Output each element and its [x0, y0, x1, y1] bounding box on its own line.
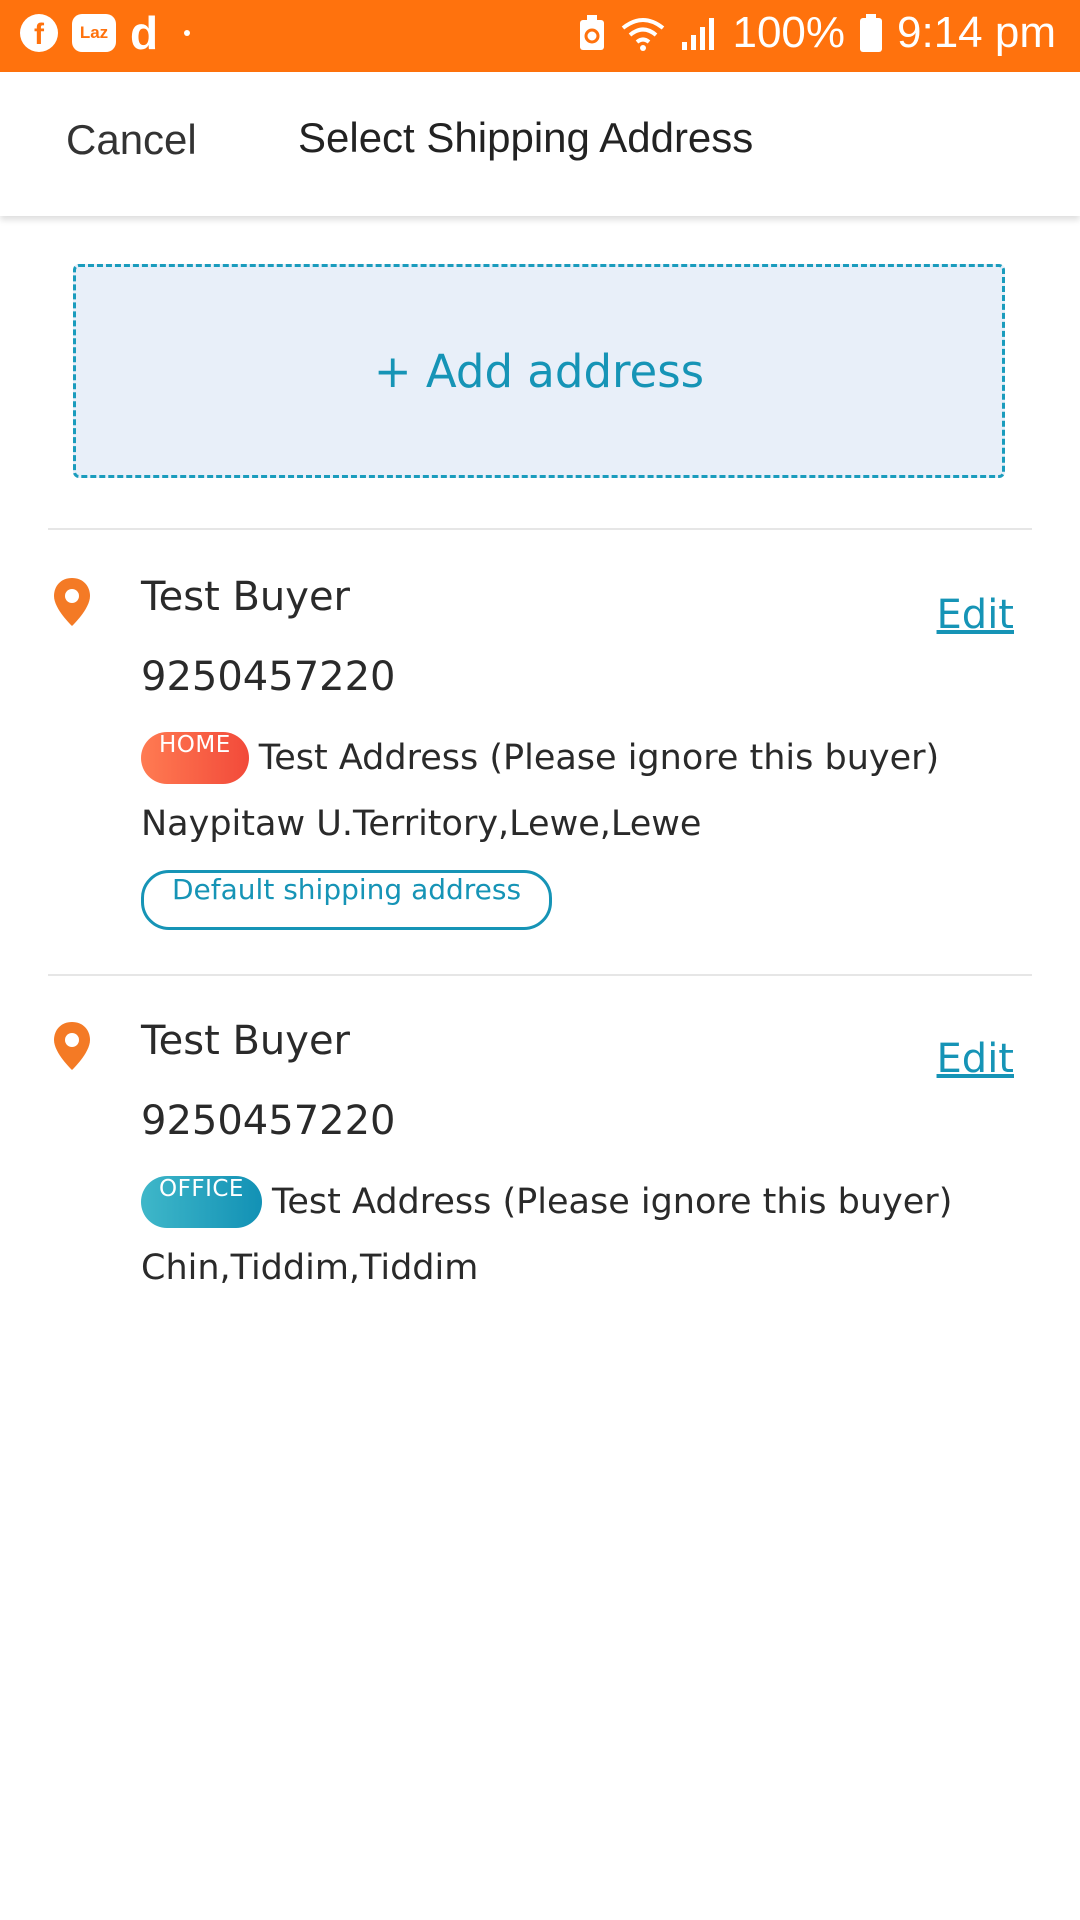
address-street: Test Address (Please ignore this buyer) — [258, 738, 940, 778]
divider — [48, 528, 1032, 530]
lazada-icon: Laz — [72, 14, 116, 52]
add-address-button[interactable]: + Add address — [73, 264, 1005, 478]
battery-icon — [860, 14, 883, 52]
address-card[interactable]: Test Buyer Edit 9250457220 HOME Test Add… — [0, 570, 1080, 960]
page-header: Cancel Select Shipping Address — [0, 72, 1080, 216]
location-pin-icon — [54, 578, 90, 626]
address-line-2: Naypitaw U.Territory,Lewe,Lewe — [141, 804, 702, 844]
address-card[interactable]: Test Buyer Edit 9250457220 OFFICE Test A… — [0, 1014, 1080, 1314]
recipient-name: Test Buyer — [141, 1018, 351, 1064]
default-shipping-badge: Default shipping address — [141, 870, 553, 930]
clock: 9:14 pm — [897, 8, 1056, 57]
notification-dot-icon — [184, 30, 191, 36]
battery-percent: 100% — [732, 8, 846, 57]
facebook-glyph: f — [34, 18, 44, 51]
recipient-phone: 9250457220 — [141, 1098, 396, 1144]
recipient-name: Test Buyer — [141, 574, 351, 620]
d-app-icon: d — [130, 10, 158, 56]
d-app-glyph: d — [130, 7, 159, 59]
cancel-button[interactable]: Cancel — [66, 116, 197, 164]
status-bar: f Laz d 100% 9:14 pm — [0, 0, 1080, 72]
edit-address-link[interactable]: Edit — [937, 592, 1014, 638]
battery-saver-icon — [580, 15, 605, 50]
page-title: Select Shipping Address — [298, 114, 754, 161]
status-bar-notifications: f Laz d — [20, 10, 191, 56]
edit-address-link[interactable]: Edit — [937, 1036, 1014, 1082]
signal-icon — [682, 18, 715, 50]
address-street: Test Address (Please ignore this buyer) — [271, 1182, 953, 1222]
location-pin-icon — [54, 1022, 90, 1070]
status-bar-system: 100% 9:14 pm — [578, 8, 1056, 58]
recipient-phone: 9250457220 — [141, 654, 396, 700]
divider — [48, 974, 1032, 976]
address-line-1: OFFICE Test Address (Please ignore this … — [141, 1176, 952, 1228]
home-tag-badge: HOME — [141, 732, 249, 784]
address-line-1: HOME Test Address (Please ignore this bu… — [141, 732, 939, 784]
lazada-glyph: Laz — [79, 23, 109, 42]
wifi-icon — [622, 18, 665, 51]
address-line-2: Chin,Tiddim,Tiddim — [141, 1248, 479, 1288]
office-tag-badge: OFFICE — [141, 1176, 262, 1228]
facebook-icon: f — [20, 14, 58, 52]
